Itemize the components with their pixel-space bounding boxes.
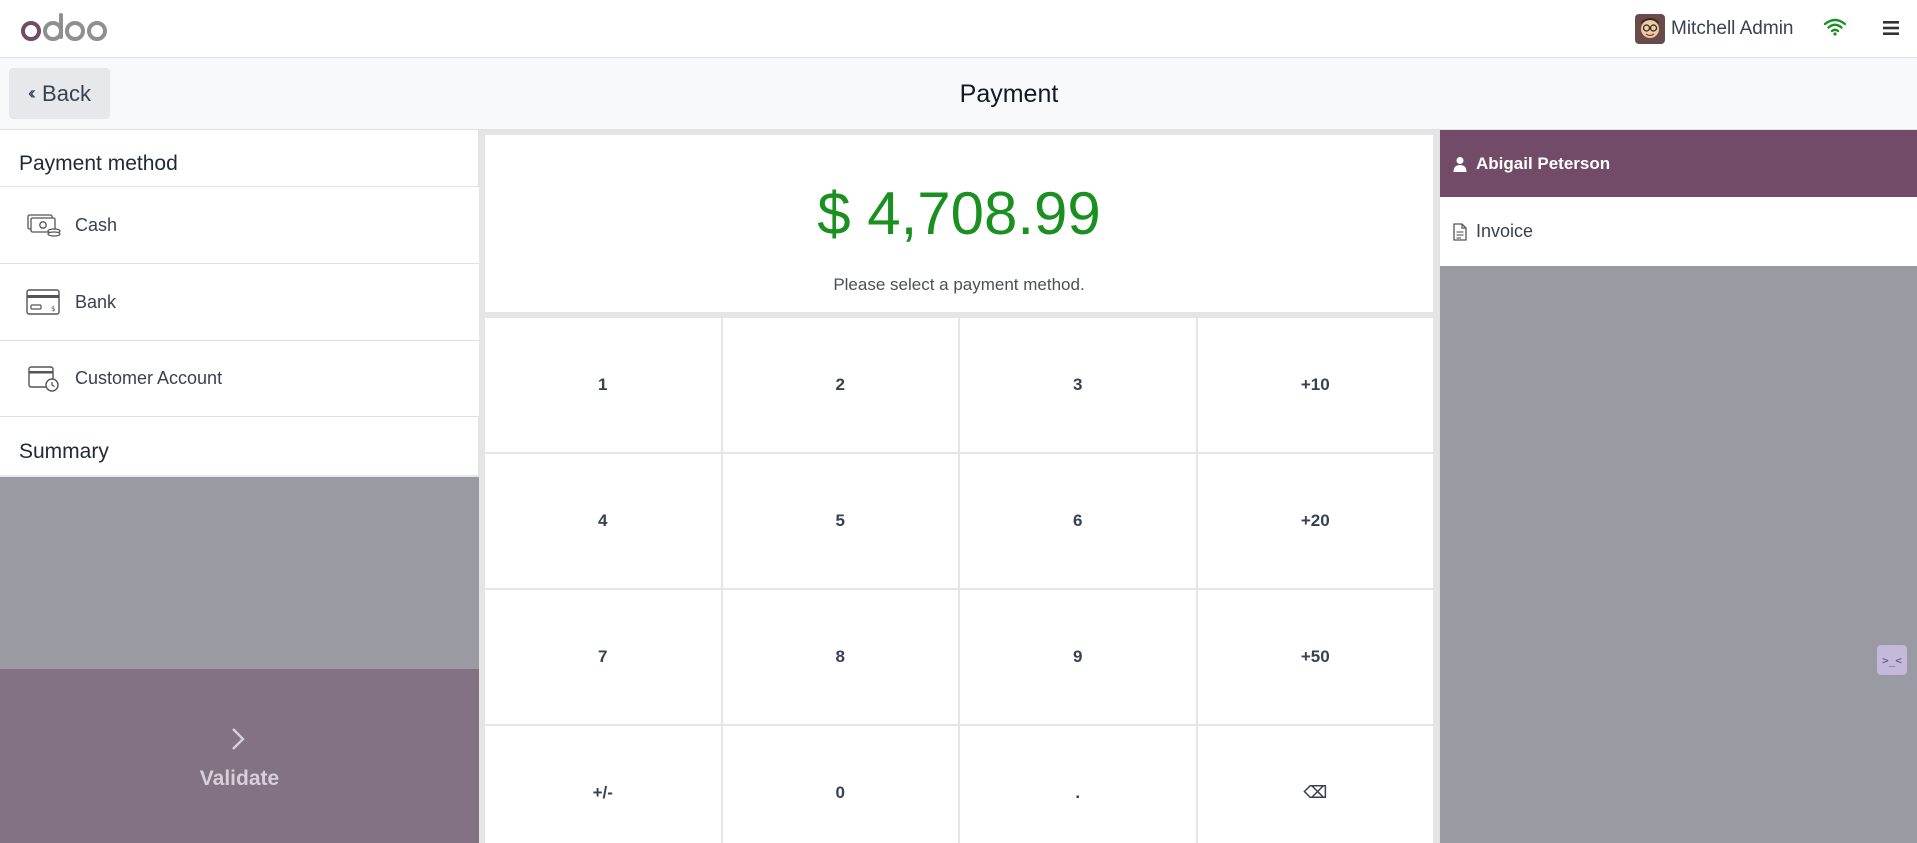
summary-area bbox=[0, 475, 479, 669]
payment-method-label: Bank bbox=[75, 291, 117, 312]
payment-method-list: Cash $ Bank Customer Account bbox=[0, 186, 479, 417]
wifi-icon bbox=[1823, 18, 1847, 36]
validate-label: Validate bbox=[199, 767, 280, 790]
customer-button[interactable]: Abigail Peterson bbox=[1440, 130, 1917, 197]
summary-title: Summary bbox=[19, 440, 109, 463]
payment-methods-panel: Payment method Cash $ Bank Customer Acco… bbox=[0, 130, 479, 843]
numpad-key-backspace-icon[interactable]: ⌫ bbox=[1197, 726, 1433, 843]
avatar bbox=[1635, 14, 1665, 44]
numpad: 1 2 3 +10 4 5 6 +20 7 8 9 +50 +/- 0 . ⌫ bbox=[485, 318, 1433, 843]
invoice-toggle[interactable]: Invoice bbox=[1440, 197, 1917, 266]
debug-toggle-icon[interactable]: >_< bbox=[1877, 645, 1907, 675]
invoice-label: Invoice bbox=[1476, 221, 1534, 241]
cash-icon bbox=[27, 214, 61, 237]
payment-method-cash[interactable]: Cash bbox=[0, 186, 479, 263]
payment-method-label: Cash bbox=[75, 214, 118, 235]
payment-method-label: Customer Account bbox=[75, 368, 223, 388]
user-name: Mitchell Admin bbox=[1671, 18, 1794, 39]
customer-panel: Abigail Peterson Invoice bbox=[1439, 130, 1917, 843]
numpad-key-3[interactable]: 3 bbox=[960, 318, 1196, 452]
customer-account-icon bbox=[28, 365, 59, 392]
user-menu[interactable]: Mitchell Admin bbox=[1635, 13, 1794, 45]
amount-display: $ 4,708.99 Please select a payment metho… bbox=[485, 135, 1433, 312]
payment-method-bank[interactable]: $ Bank bbox=[0, 263, 479, 340]
hamburger-menu-icon[interactable] bbox=[1880, 17, 1902, 39]
svg-text:$: $ bbox=[51, 305, 55, 313]
numpad-key-decimal[interactable]: . bbox=[960, 726, 1196, 843]
numpad-key-0[interactable]: 0 bbox=[722, 726, 958, 843]
numpad-key-plus-10[interactable]: +10 bbox=[1197, 318, 1433, 452]
validate-button[interactable]: Validate bbox=[0, 669, 479, 843]
numpad-key-7[interactable]: 7 bbox=[485, 590, 721, 724]
numpad-key-plus-20[interactable]: +20 bbox=[1197, 454, 1433, 588]
total-amount: $ 4,708.99 bbox=[817, 180, 1101, 247]
numpad-key-plus-50[interactable]: +50 bbox=[1197, 590, 1433, 724]
numpad-key-2[interactable]: 2 bbox=[722, 318, 958, 452]
double-chevron-left-icon: ‹‹ bbox=[28, 83, 36, 103]
payment-method-customer-account[interactable]: Customer Account bbox=[0, 340, 479, 417]
numpad-key-9[interactable]: 9 bbox=[960, 590, 1196, 724]
chevron-right-icon bbox=[232, 728, 245, 750]
back-label: Back bbox=[42, 80, 91, 106]
odoo-logo bbox=[21, 13, 107, 41]
control-bar: Payment ‹‹ Back bbox=[0, 58, 1917, 130]
top-navbar: Mitchell Admin bbox=[0, 0, 1917, 58]
bank-card-icon: $ bbox=[26, 289, 60, 315]
payment-hint: Please select a payment method. bbox=[833, 275, 1085, 294]
numpad-key-6[interactable]: 6 bbox=[960, 454, 1196, 588]
numpad-key-5[interactable]: 5 bbox=[722, 454, 958, 588]
document-icon bbox=[1453, 222, 1467, 241]
numpad-key-plus-minus[interactable]: +/- bbox=[485, 726, 721, 843]
payment-method-title: Payment method bbox=[19, 152, 178, 175]
numpad-key-8[interactable]: 8 bbox=[722, 590, 958, 724]
numpad-key-4[interactable]: 4 bbox=[485, 454, 721, 588]
numpad-key-1[interactable]: 1 bbox=[485, 318, 721, 452]
back-button[interactable]: ‹‹ Back bbox=[9, 68, 110, 119]
customer-name: Abigail Peterson bbox=[1476, 153, 1611, 173]
user-icon bbox=[1453, 156, 1467, 172]
payment-center-panel: $ 4,708.99 Please select a payment metho… bbox=[479, 130, 1439, 843]
page-title: Payment bbox=[959, 80, 1059, 108]
